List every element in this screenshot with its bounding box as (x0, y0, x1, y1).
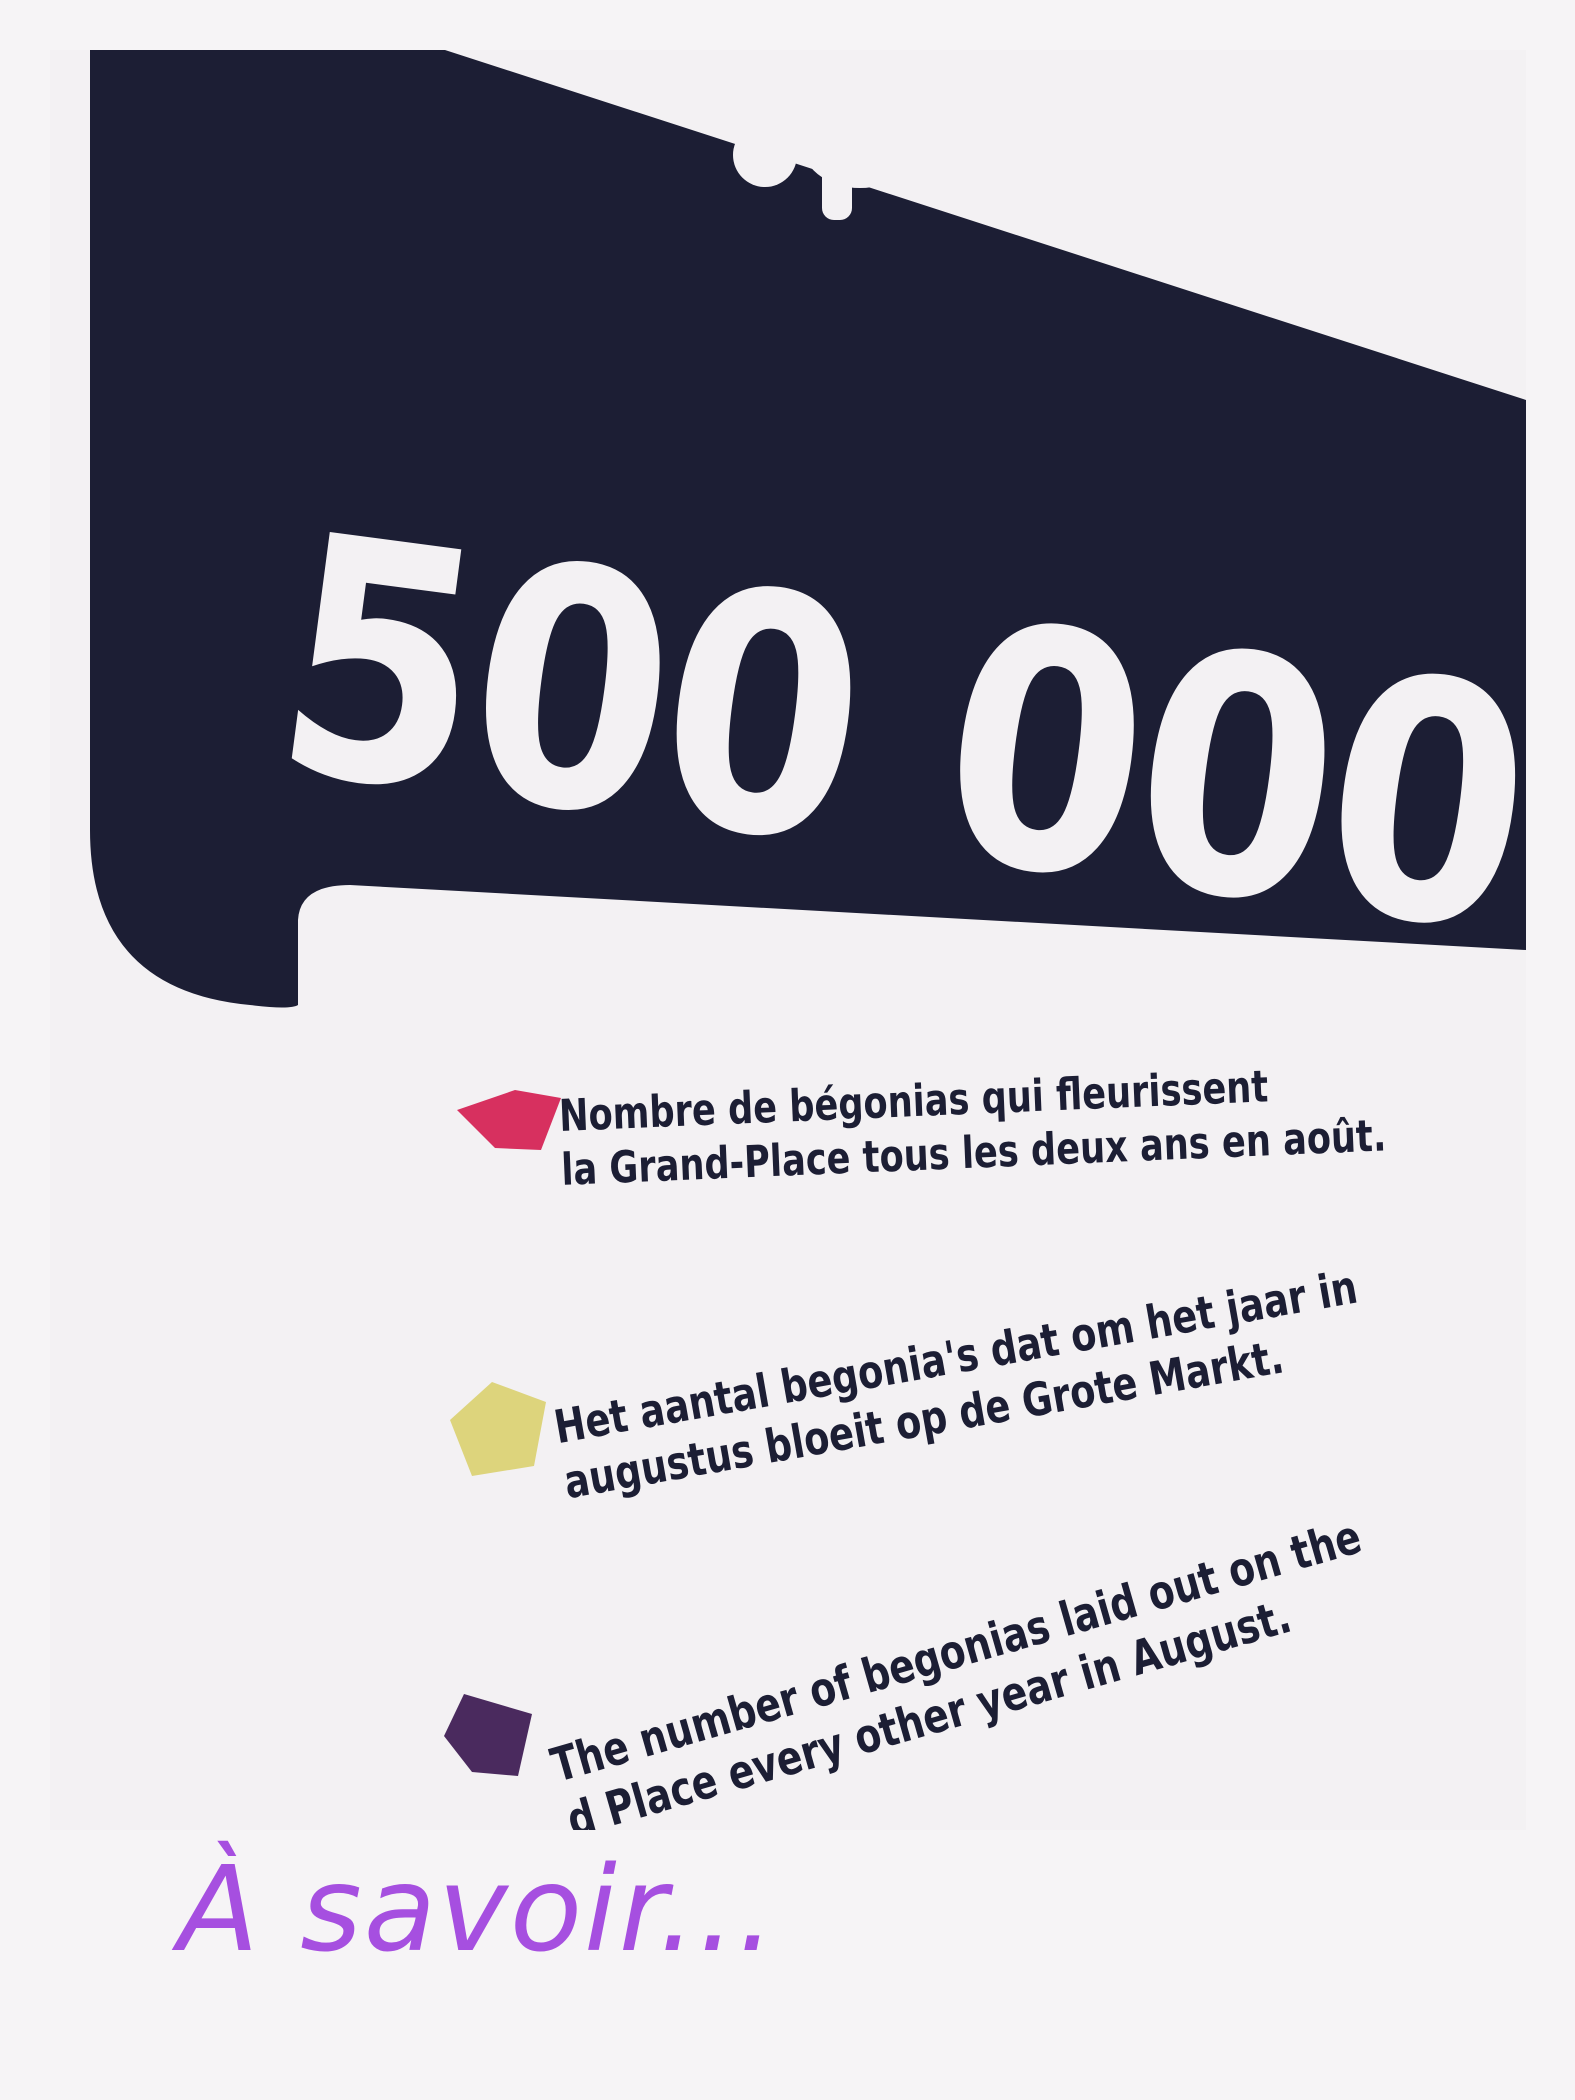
photo: 500 000 Nombre de bégonias qui fleurisse… (50, 50, 1526, 1830)
marker-purple (444, 1694, 532, 1776)
photo-frame: 500 000 Nombre de bégonias qui fleurisse… (0, 0, 1575, 2100)
marker-pink (457, 1090, 561, 1150)
caption: À savoir... (178, 1840, 778, 1978)
marker-yellow (450, 1382, 546, 1476)
